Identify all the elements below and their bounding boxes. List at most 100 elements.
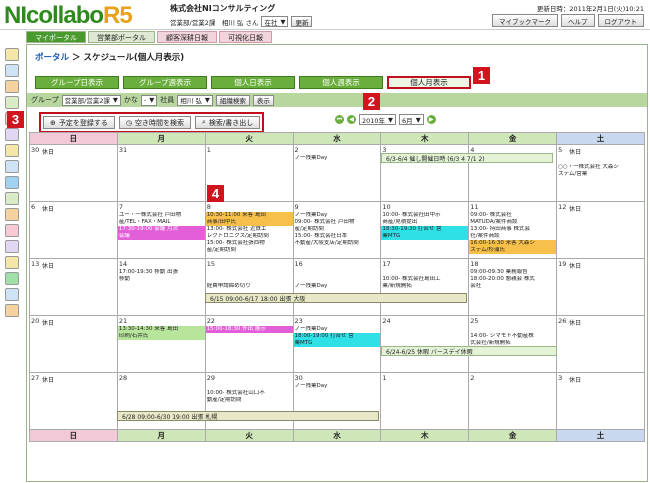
schedule-event[interactable]: ○○・一株式会社 大森シ [558, 164, 644, 171]
schedule-event[interactable]: 会議 [118, 233, 205, 240]
schedule-event[interactable]: 10:00- 株式会社田中示 [382, 212, 468, 219]
schedule-event[interactable]: MATUDA/案件商談 [470, 219, 556, 226]
schedule-event[interactable]: 業/新規開拓 [382, 283, 468, 290]
group-day-view-button[interactable]: グループ日表示 [35, 76, 119, 89]
schedule-event[interactable]: ノー残業Day [294, 383, 380, 390]
tab-my-portal[interactable]: マイポータル [26, 31, 86, 43]
update-button[interactable]: 更新 [291, 16, 313, 27]
calendar-day-cell[interactable]: 7 ユー・一株式会社 戸田物 産/TEL・FAX・MAIL 17:30-19:00 会… [116, 201, 206, 259]
day-number[interactable]: 24 [382, 317, 468, 327]
day-number[interactable]: 23 [294, 317, 380, 327]
day-number[interactable]: 10 [382, 203, 468, 213]
schedule-event[interactable]: 不動産/大阪支店/定期訪問 [294, 240, 380, 247]
schedule-event[interactable]: 14:00- シマモト不動産株 [470, 333, 556, 340]
day-number[interactable]: 28 [118, 374, 204, 384]
day-number[interactable]: 2 [294, 146, 380, 156]
day-number[interactable]: 14 [118, 260, 204, 270]
calendar-day-cell[interactable]: 30 休日 [29, 144, 118, 202]
schedule-event[interactable]: 13:30-14:30 来客 島田 [118, 326, 205, 333]
schedule-event[interactable]: ノー残業Day [294, 326, 380, 333]
personal-week-view-button[interactable]: 個人週表示 [299, 76, 383, 89]
day-number[interactable]: 30 [294, 374, 380, 384]
schedule-event[interactable]: 経費申請締め切り [206, 283, 292, 290]
day-number[interactable]: 2 [470, 374, 556, 384]
day-number[interactable]: 9 [294, 203, 380, 213]
report-app-icon[interactable] [5, 128, 19, 141]
calendar-day-cell[interactable]: 26 休日 [556, 315, 645, 373]
help-button[interactable]: ヘルプ [561, 14, 595, 27]
schedule-event[interactable]: 09:00-09:30 業務報告 [470, 269, 556, 276]
timecard-app-icon[interactable] [5, 208, 19, 221]
day-number[interactable]: 17 [382, 260, 468, 270]
schedule-event[interactable] [470, 326, 556, 333]
calendar-day-cell[interactable]: 31 [116, 144, 206, 202]
calendar-day-cell[interactable]: 19 休日 [556, 258, 645, 316]
schedule-event[interactable]: 業MTG [381, 233, 468, 240]
calendar-day-cell[interactable]: 15 経費申請締め切り [204, 258, 294, 316]
schedule-event[interactable]: 10:00- 株式会社島田工 [382, 276, 468, 283]
clock-app-icon[interactable] [5, 272, 19, 285]
calendar-day-cell[interactable]: 23 ノー残業Day 18:00-19:00 打合せ 営業MTG [292, 315, 382, 373]
personal-day-view-button[interactable]: 個人日表示 [211, 76, 295, 89]
multi-day-event[interactable]: 6/15 09:00-6/17 18:00 出張 大阪 [205, 293, 467, 303]
status-select[interactable]: 在社 ▼ [261, 16, 289, 27]
register-schedule-button[interactable]: ⊕ 予定を登録する [43, 116, 115, 129]
workflow-app-icon[interactable] [5, 80, 19, 93]
calendar-day-cell[interactable]: 25 14:00- シマモト不動産株 式会社/新規開拓 [468, 315, 558, 373]
day-number[interactable]: 1 [382, 374, 468, 384]
schedule-event[interactable]: ノー残業Day [294, 155, 380, 162]
day-number[interactable]: 31 [118, 146, 204, 156]
calendar-day-cell[interactable]: 20 休日 [29, 315, 118, 373]
schedule-event[interactable] [294, 276, 380, 283]
project-app-icon[interactable] [5, 240, 19, 253]
calendar-day-cell[interactable]: 21 13:30-14:30 来客 島田 印刷/石井氏 [116, 315, 206, 373]
calendar-day-cell[interactable]: 8 10:30-11:00 来客 島田 商事/田中氏 13:00- 株式会社 近鉄エレ… [204, 201, 294, 259]
day-number[interactable]: 7 [118, 203, 204, 213]
tab-sales-portal[interactable]: 営業部ポータル [88, 31, 155, 43]
schedule-event[interactable]: 15:00-18:30 外出 展示 [206, 326, 293, 333]
link-app-icon[interactable] [5, 256, 19, 269]
free-time-search-button[interactable]: ◷ 空き時間を検索 [118, 116, 191, 129]
document-app-icon[interactable] [5, 144, 19, 157]
settings-app-icon[interactable] [5, 304, 19, 317]
schedule-event[interactable] [382, 269, 468, 276]
logout-button[interactable]: ログアウト [597, 14, 644, 27]
prev-month-icon[interactable]: ◀ [347, 115, 356, 124]
address-app-icon[interactable] [5, 176, 19, 189]
schedule-event[interactable]: 社/案件商談 [470, 233, 556, 240]
schedule-event[interactable] [206, 276, 292, 283]
calendar-day-cell[interactable]: 27 休日 [29, 372, 118, 430]
day-number[interactable]: 22 [206, 317, 292, 327]
schedule-event[interactable]: ステム/営業 [558, 171, 644, 178]
schedule-event[interactable]: ノー残業Day [294, 283, 380, 290]
schedule-event[interactable]: 商産/見積提出 [382, 219, 468, 226]
breadcrumb-portal-link[interactable]: ポータル [35, 53, 69, 63]
schedule-event[interactable]: 13:00- 株式会社 近鉄エ [206, 226, 292, 233]
multi-day-event[interactable]: 6/28 09:00-6/30 19:00 出張 札幌 [117, 411, 379, 421]
schedule-event[interactable]: 18:30-19:30 打合せ 営 [381, 226, 468, 233]
staff-select[interactable]: 相川 弘 ▼ [177, 94, 213, 106]
calendar-day-cell[interactable]: 18 09:00-09:30 業務報告 18:00-20:00 懇親会 株式 会社 [468, 258, 558, 316]
bookmark-button[interactable]: マイブックマーク [492, 14, 558, 27]
day-number[interactable]: 21 [118, 317, 204, 327]
day-number[interactable]: 11 [470, 203, 556, 213]
schedule-event[interactable]: 動産/定期訪問 [206, 397, 292, 404]
schedule-app-icon[interactable] [5, 48, 19, 61]
nicollabo-logo[interactable]: NIcollaboR5 [4, 2, 133, 30]
next-month-icon[interactable]: ▶ [426, 115, 436, 124]
schedule-event[interactable]: 印刷/石井氏 [118, 333, 205, 340]
customer-app-icon[interactable] [5, 192, 19, 205]
group-select[interactable]: 営業部/営業2課 ▼ [61, 94, 121, 106]
day-number[interactable]: 29 [206, 374, 292, 384]
schedule-event[interactable]: 15:00- 株式会社日本 [294, 233, 380, 240]
calendar-day-cell[interactable]: 2 ノー残業Day [292, 144, 382, 202]
schedule-event[interactable]: 産/TEL・FAX・MAIL [118, 219, 204, 226]
calendar-day-cell[interactable]: 9 ノー残業Day 09:00- 株式会社 戸田物 産/定期訪問 15:00- 株式会社… [292, 201, 382, 259]
first-month-icon[interactable]: ⏮ [335, 115, 344, 124]
mail-app-icon[interactable] [5, 64, 19, 77]
calendar-day-cell[interactable]: 17 10:00- 株式会社島田工 業/新規開拓 [380, 258, 470, 316]
calendar-day-cell[interactable]: 6 休日 [29, 201, 118, 259]
schedule-event[interactable] [294, 269, 380, 276]
org-search-button[interactable]: 組織検索 [215, 94, 250, 106]
schedule-event[interactable]: 17:00-19:30 移動 出張 [118, 269, 204, 276]
